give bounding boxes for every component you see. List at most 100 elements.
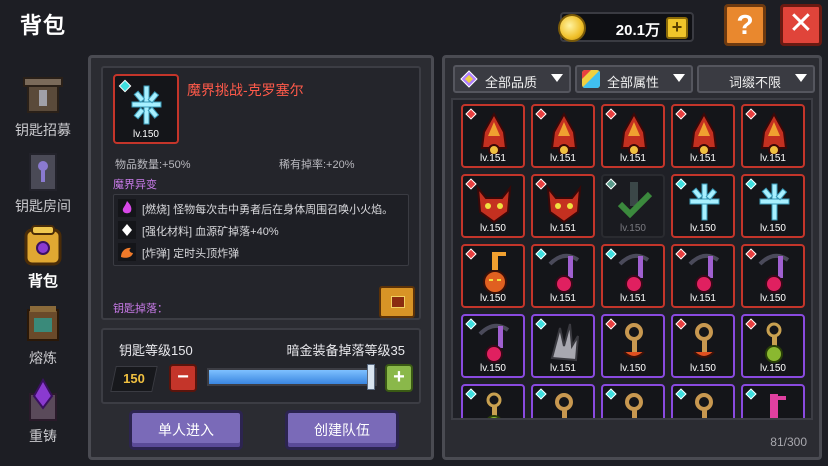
- slot-level: lv.151: [690, 293, 716, 304]
- demon-mask-icon: [476, 184, 512, 224]
- inventory-slot[interactable]: [741, 384, 805, 418]
- attribute-filter[interactable]: 全部属性: [575, 65, 693, 93]
- inventory-slot[interactable]: lv.151: [601, 244, 665, 308]
- inventory-slot[interactable]: lv.150: [461, 314, 525, 378]
- add-currency-button[interactable]: +: [666, 17, 688, 39]
- mutation-section-title: 魔界异变: [113, 179, 157, 191]
- recast-icon: [20, 377, 66, 424]
- inventory-slot[interactable]: lv.150: [671, 314, 735, 378]
- help-button[interactable]: ?: [724, 4, 766, 46]
- backpack-icon: [20, 222, 66, 268]
- inventory-slot[interactable]: [671, 384, 735, 418]
- nav-label: 钥匙房间: [15, 198, 71, 214]
- currency-display: 20.1万 +: [558, 12, 694, 42]
- quality-gem-icon: [460, 70, 478, 88]
- scythe-key-icon: [548, 253, 580, 293]
- diamond-icon: [118, 221, 136, 239]
- slot-level: lv.150: [760, 363, 786, 374]
- item-level: lv.150: [133, 129, 159, 140]
- slot-level: lv.151: [550, 363, 576, 374]
- key-room-icon: [20, 148, 66, 194]
- inventory-slot[interactable]: [601, 384, 665, 418]
- filter-label: 词缀不限: [729, 75, 782, 90]
- inventory-slot[interactable]: lv.151: [601, 104, 665, 168]
- key-drop-label: 钥匙掉落：: [113, 303, 168, 315]
- inventory-slot[interactable]: lv.150: [741, 244, 805, 308]
- chevron-down-icon: [673, 74, 685, 82]
- nav-item-backpack[interactable]: 背包: [8, 222, 78, 291]
- smelt-icon: [20, 300, 66, 346]
- chevron-down-icon: [551, 74, 563, 82]
- nav-item-recast[interactable]: 重铸: [8, 377, 78, 446]
- scythe-key-icon: [478, 323, 510, 363]
- green-check-icon: [617, 182, 653, 219]
- inventory-slot[interactable]: lv.151: [461, 104, 525, 168]
- treasure-chest-icon[interactable]: [379, 286, 415, 318]
- rare-drop-stat: 稀有掉率:+20%: [279, 159, 355, 171]
- slot-level: lv.151: [760, 153, 786, 164]
- slot-level: lv.150: [480, 293, 506, 304]
- create-team-button[interactable]: 创建队伍: [285, 410, 399, 450]
- slot-level: lv.151: [620, 293, 646, 304]
- nav-label: 熔炼: [29, 350, 57, 366]
- key-level-label: 钥匙等级150: [119, 343, 193, 358]
- slider-fill: [209, 370, 371, 384]
- inventory-slot[interactable]: lv.151: [671, 104, 735, 168]
- inventory-slot[interactable]: [531, 384, 595, 418]
- inventory-slot[interactable]: lv.150: [741, 314, 805, 378]
- level-slider[interactable]: [207, 368, 377, 386]
- ice-crystal-icon: [689, 183, 720, 221]
- red-flame-icon: [760, 111, 788, 154]
- inventory-slot[interactable]: lv.151: [531, 244, 595, 308]
- nav-label: 重铸: [29, 428, 57, 444]
- scythe-key-icon: [688, 253, 720, 293]
- slot-level: lv.151: [550, 293, 576, 304]
- slot-level: lv.150: [690, 363, 716, 374]
- inventory-slot[interactable]: lv.150: [601, 174, 665, 238]
- inventory-slot[interactable]: lv.151: [531, 174, 595, 238]
- page-title: 背包: [20, 13, 67, 38]
- nav-item-key-recruit[interactable]: 钥匙招募: [8, 72, 78, 140]
- solo-enter-button[interactable]: 单人进入: [129, 410, 243, 450]
- slot-level: lv.151: [480, 153, 506, 164]
- slot-level: lv.150: [620, 363, 646, 374]
- flame-icon: [118, 199, 136, 217]
- inventory-slot[interactable]: lv.150: [461, 244, 525, 308]
- inventory-slot[interactable]: lv.150: [601, 314, 665, 378]
- inventory-slot[interactable]: lv.151: [531, 314, 595, 378]
- slot-level: lv.151: [550, 223, 576, 234]
- bronze-key-icon: [623, 323, 645, 358]
- inventory-slot[interactable]: lv.150: [741, 174, 805, 238]
- close-button[interactable]: ✕: [780, 4, 822, 46]
- inventory-slot[interactable]: lv.151: [741, 104, 805, 168]
- affix-text: [炸弹] 定时头顶炸弹: [142, 248, 240, 260]
- slot-level: lv.150: [760, 293, 786, 304]
- decrease-level-button[interactable]: −: [169, 364, 197, 392]
- inventory-slot[interactable]: [461, 384, 525, 418]
- inventory-slot[interactable]: lv.151: [531, 104, 595, 168]
- inventory-slot[interactable]: lv.150: [671, 174, 735, 238]
- chevron-down-icon: [795, 74, 807, 82]
- red-flame-icon: [620, 111, 648, 154]
- slider-thumb[interactable]: [367, 364, 375, 390]
- increase-level-button[interactable]: +: [385, 364, 413, 392]
- key-info-box: lv.150 魔界挑战-克罗塞尔 物品数量:+50% 稀有掉率:+20% 魔界异…: [101, 66, 421, 320]
- filter-label: 全部属性: [607, 75, 660, 90]
- nav-label: 背包: [27, 273, 58, 290]
- nav-item-smelt[interactable]: 熔炼: [8, 300, 78, 368]
- affix-filter[interactable]: 词缀不限: [697, 65, 815, 93]
- selected-key-slot[interactable]: lv.150: [113, 74, 179, 144]
- inventory-slot[interactable]: lv.150: [461, 174, 525, 238]
- quality-filter[interactable]: 全部品质: [453, 65, 571, 93]
- equip-drop-level-label: 暗金装备掉落等级35: [286, 343, 405, 358]
- slot-level: lv.150: [480, 223, 506, 234]
- ice-crystal-icon: [118, 79, 162, 125]
- red-flame-icon: [480, 111, 508, 154]
- inventory-slot[interactable]: lv.151: [671, 244, 735, 308]
- explosion-icon: [118, 243, 136, 261]
- slot-level: lv.151: [550, 153, 576, 164]
- nav-item-key-room[interactable]: 钥匙房间: [8, 148, 78, 216]
- red-flame-icon: [550, 111, 578, 154]
- nav-label: 钥匙招募: [15, 122, 71, 138]
- slot-level: lv.151: [690, 153, 716, 164]
